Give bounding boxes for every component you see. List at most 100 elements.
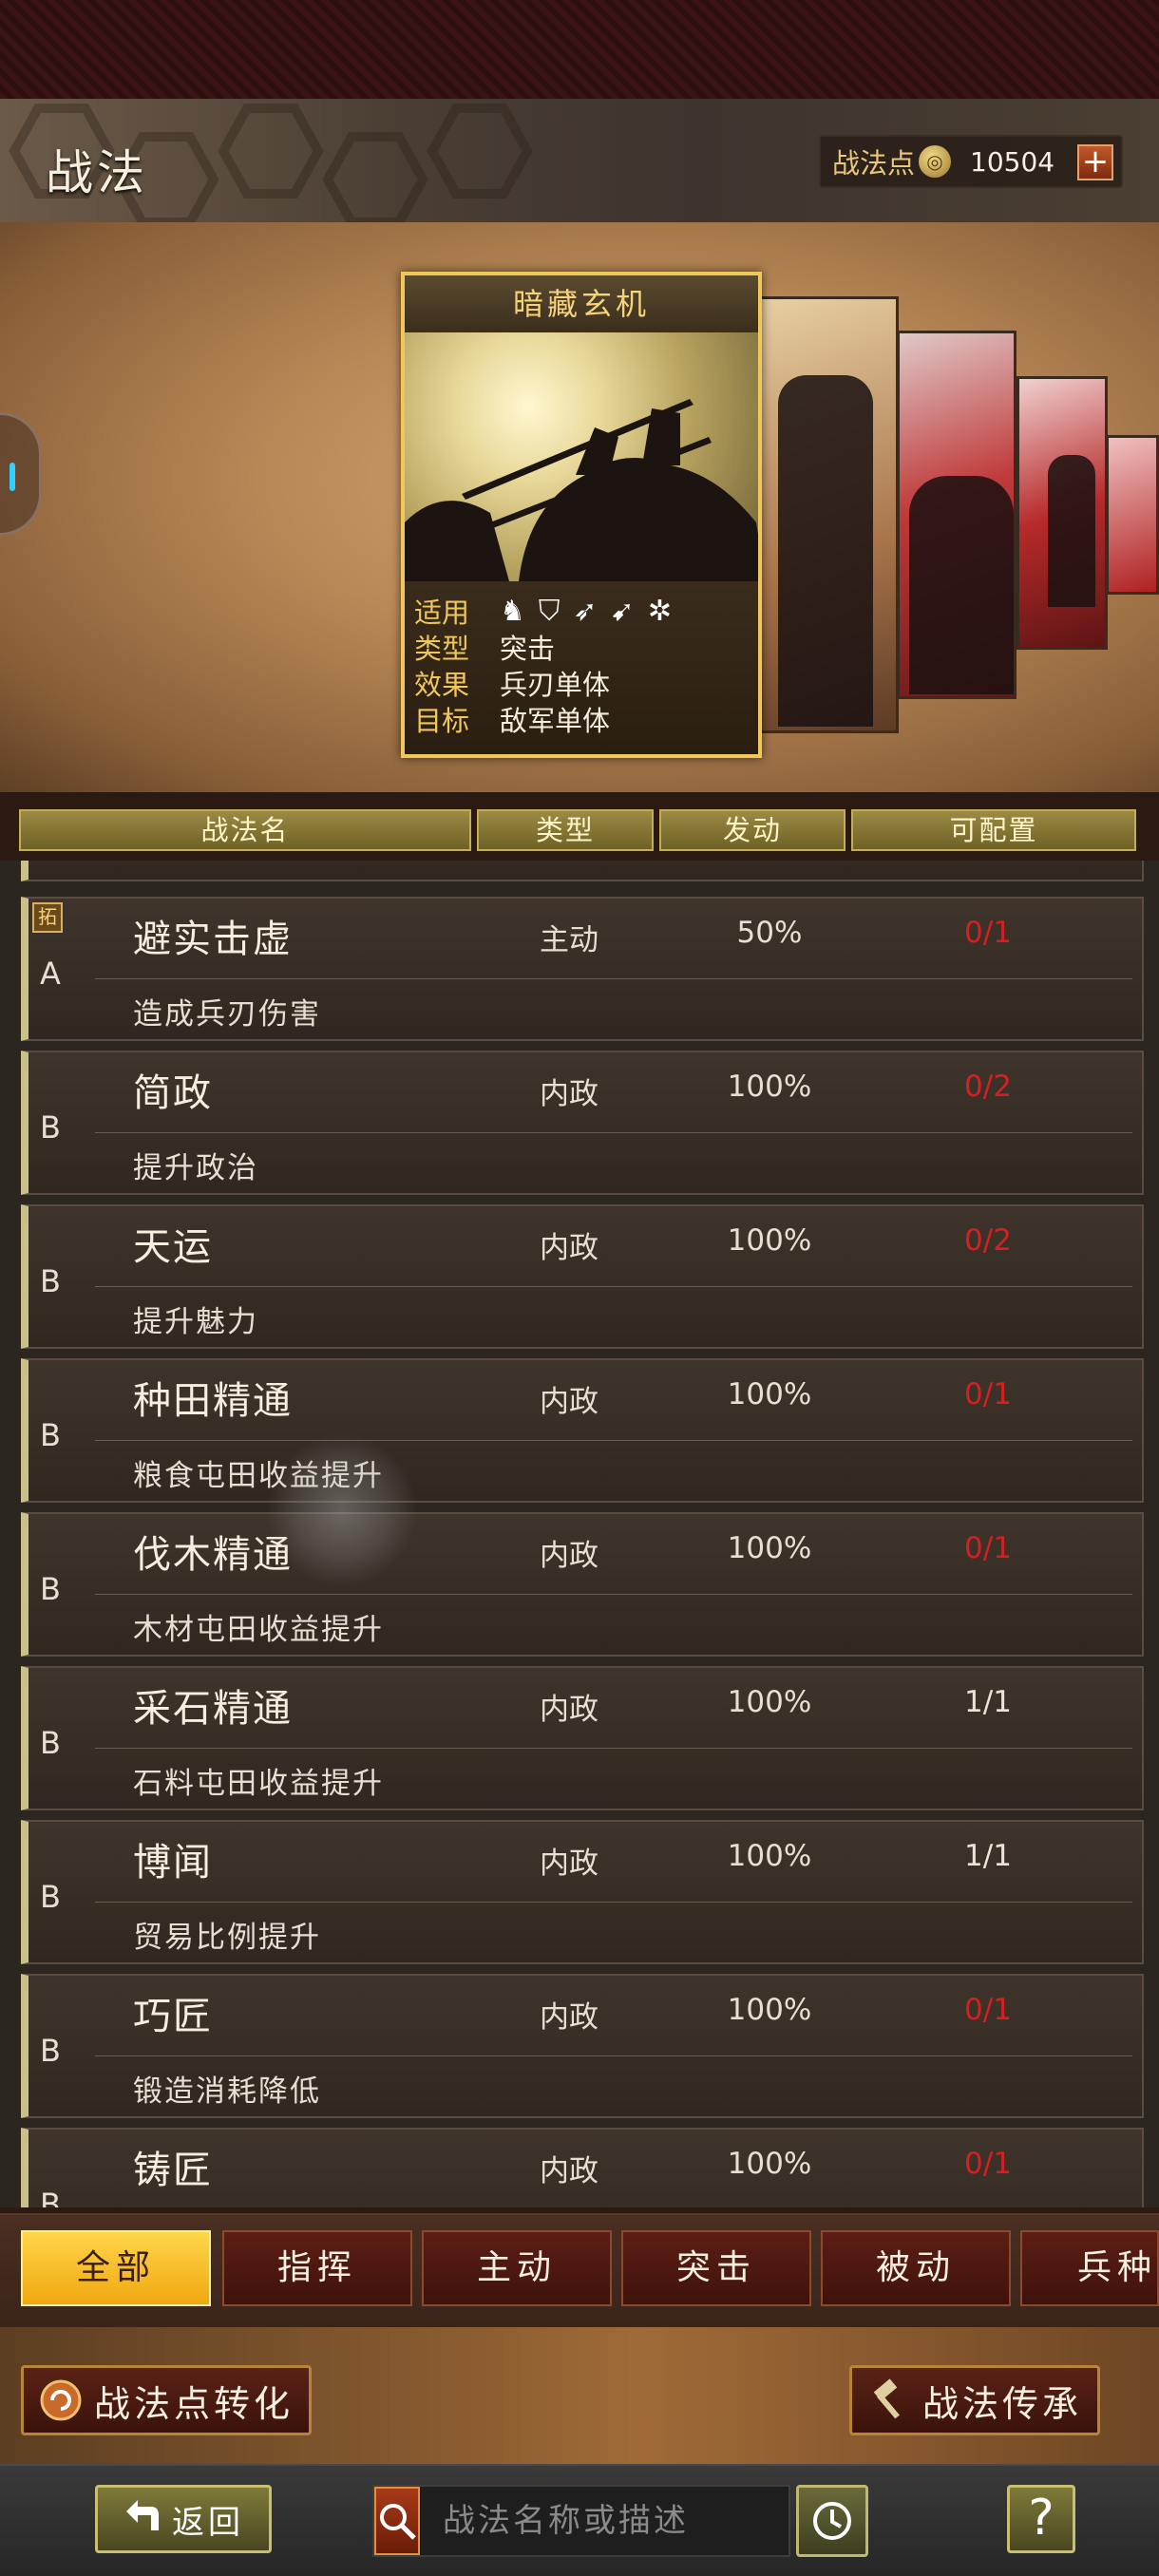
tactic-desc: 贸易比例提升 [133, 1921, 321, 1955]
table-row[interactable]: B 铸匠 内政 100% 0/1 [21, 2128, 1144, 2207]
tactic-desc: 造成兵刃伤害 [133, 997, 321, 1032]
tactic-rate: 100% [727, 1377, 812, 1411]
side-drawer-handle[interactable] [0, 412, 42, 536]
info-value: 突击 [500, 633, 556, 665]
cavalry-charge-art [405, 399, 758, 581]
back-arrow-icon [123, 2498, 161, 2541]
tactic-grade: B [40, 1263, 61, 1299]
tactic-rate: 100% [727, 1685, 812, 1719]
search-icon [380, 2504, 416, 2540]
tactic-rate: 100% [727, 1839, 812, 1873]
column-header-type[interactable]: 类型 [477, 809, 654, 851]
footer-bar: 返回 ? [0, 2464, 1159, 2576]
tactic-grade: B [40, 1571, 61, 1607]
tab-passive[interactable]: 被动 [821, 2230, 1011, 2306]
column-header-available[interactable]: 可配置 [851, 809, 1136, 851]
tactic-grade: B [40, 1879, 61, 1915]
inherit-tactic-label: 战法传承 [922, 2382, 1083, 2425]
search-input[interactable] [420, 2488, 851, 2554]
tactic-type: 内政 [540, 2154, 598, 2188]
help-button[interactable]: ? [1007, 2485, 1075, 2553]
tactic-grade: B [40, 1725, 61, 1761]
tactic-available: 0/1 [964, 1377, 1012, 1411]
row-divider [95, 1594, 1132, 1595]
tactic-type: 内政 [540, 2000, 598, 2035]
tactic-name: 种田精通 [133, 1379, 293, 1423]
floating-joystick[interactable] [266, 1434, 418, 1586]
search-button[interactable] [374, 2487, 420, 2555]
column-header-name[interactable]: 战法名 [19, 809, 471, 851]
info-key: 效果 [414, 669, 470, 701]
tab-command[interactable]: 指挥 [222, 2230, 412, 2306]
info-value: 兵刃单体 [500, 669, 611, 701]
info-key: 类型 [414, 633, 470, 665]
tactic-available: 0/1 [964, 2147, 1012, 2181]
convert-points-button[interactable]: 战法点转化 [21, 2365, 313, 2435]
history-button[interactable] [796, 2485, 868, 2557]
tab-troop[interactable]: 兵种 [1020, 2230, 1159, 2306]
info-row-applicable: 适用 ♞ ⛉ ➶ ➹ ✲ [414, 593, 749, 630]
info-row-type: 类型 突击 [414, 629, 749, 665]
table-row[interactable]: B 简政 内政 100% 0/2 提升政治 [21, 1051, 1144, 1195]
cavalry-icon: ♞ [500, 594, 525, 628]
tactic-type: 内政 [540, 1077, 598, 1111]
featured-tactic-art [405, 332, 758, 581]
tactic-rate: 100% [727, 1531, 812, 1565]
tactic-card[interactable] [756, 296, 899, 733]
tactic-list[interactable]: 拓 A 避实击虚 主动 50% 0/1 造成兵刃伤害 B 简政 内政 100% 0/2 提升政治 B 天运内… [0, 861, 1159, 2207]
inherit-tactic-button[interactable]: 战法传承 [849, 2365, 1101, 2435]
tactic-rate: 100% [727, 1070, 812, 1104]
table-row[interactable]: 拓 A 避实击虚 主动 50% 0/1 造成兵刃伤害 [21, 897, 1144, 1041]
tactic-desc: 提升魅力 [133, 1305, 258, 1339]
row-divider [95, 1440, 1132, 1441]
table-row[interactable]: B 巧匠 内政 100% 0/1 锻造消耗降低 [21, 1974, 1144, 2118]
tactic-grade: B [40, 1417, 61, 1453]
tactic-name: 铸匠 [133, 2149, 213, 2192]
tactic-type: 内政 [540, 1847, 598, 1881]
add-points-button[interactable]: + [1077, 144, 1113, 180]
swirl-coin-icon [39, 2378, 83, 2422]
tactic-available: 0/2 [964, 1223, 1012, 1258]
info-key: 目标 [414, 705, 470, 737]
tactic-available: 1/1 [964, 1839, 1012, 1873]
tab-all[interactable]: 全部 [21, 2230, 211, 2306]
tactic-type: 内政 [540, 1539, 598, 1573]
tactic-points-panel: 战法点 ◎ 10504 + [819, 135, 1123, 188]
tactic-desc: 石料屯田收益提升 [133, 1767, 384, 1801]
hammer-icon [867, 2378, 911, 2422]
table-row[interactable]: B 博闻 内政 100% 1/1 贸易比例提升 [21, 1820, 1144, 1964]
tactic-card[interactable] [1016, 376, 1108, 650]
table-row[interactable]: B 天运 内政 100% 0/2 提升魅力 [21, 1204, 1144, 1349]
table-row[interactable]: B 伐木精通 内政 100% 0/1 木材屯田收益提升 [21, 1512, 1144, 1657]
tactic-type: 内政 [540, 1231, 598, 1265]
tactic-name: 天运 [133, 1225, 213, 1269]
table-header: 战法名 类型 发动 可配置 [19, 809, 1140, 851]
wheel-icon: ✲ [647, 594, 672, 628]
tactic-available: 0/1 [964, 1993, 1012, 2027]
info-value: 敌军单体 [500, 705, 611, 737]
tactic-rate: 100% [727, 2147, 812, 2181]
tactic-available: 0/1 [964, 916, 1012, 950]
featured-tactic-name: 暗藏玄机 [405, 275, 758, 332]
tactic-card[interactable] [1106, 435, 1159, 595]
tactic-name: 采石精通 [133, 1687, 293, 1731]
row-divider [95, 2055, 1132, 2056]
table-row[interactable]: B 采石精通 内政 100% 1/1 石料屯田收益提升 [21, 1666, 1144, 1810]
tactic-rate: 50% [736, 916, 803, 950]
spear-icon: ➹ [610, 594, 635, 628]
clock-icon [813, 2502, 851, 2540]
tab-assault[interactable]: 突击 [621, 2230, 811, 2306]
table-row[interactable] [21, 861, 1144, 881]
tactic-card[interactable] [897, 331, 1016, 699]
tactic-grade: A [40, 956, 61, 992]
table-row[interactable]: B 种田精通 内政 100% 0/1 粮食屯田收益提升 [21, 1358, 1144, 1503]
tab-active[interactable]: 主动 [422, 2230, 612, 2306]
coin-icon: ◎ [919, 145, 952, 178]
back-label: 返回 [172, 2503, 244, 2542]
column-header-rate[interactable]: 发动 [659, 809, 846, 851]
featured-tactic-card[interactable]: 暗藏玄机 适用 ♞ ⛉ ➶ ➹ ✲ 类型 突击 效果 兵刃单体 目标 敌军单体 [401, 272, 762, 758]
bow-icon: ➶ [573, 594, 598, 628]
back-button[interactable]: 返回 [95, 2485, 272, 2553]
row-divider [95, 1748, 1132, 1749]
tactic-name: 巧匠 [133, 1995, 213, 2038]
